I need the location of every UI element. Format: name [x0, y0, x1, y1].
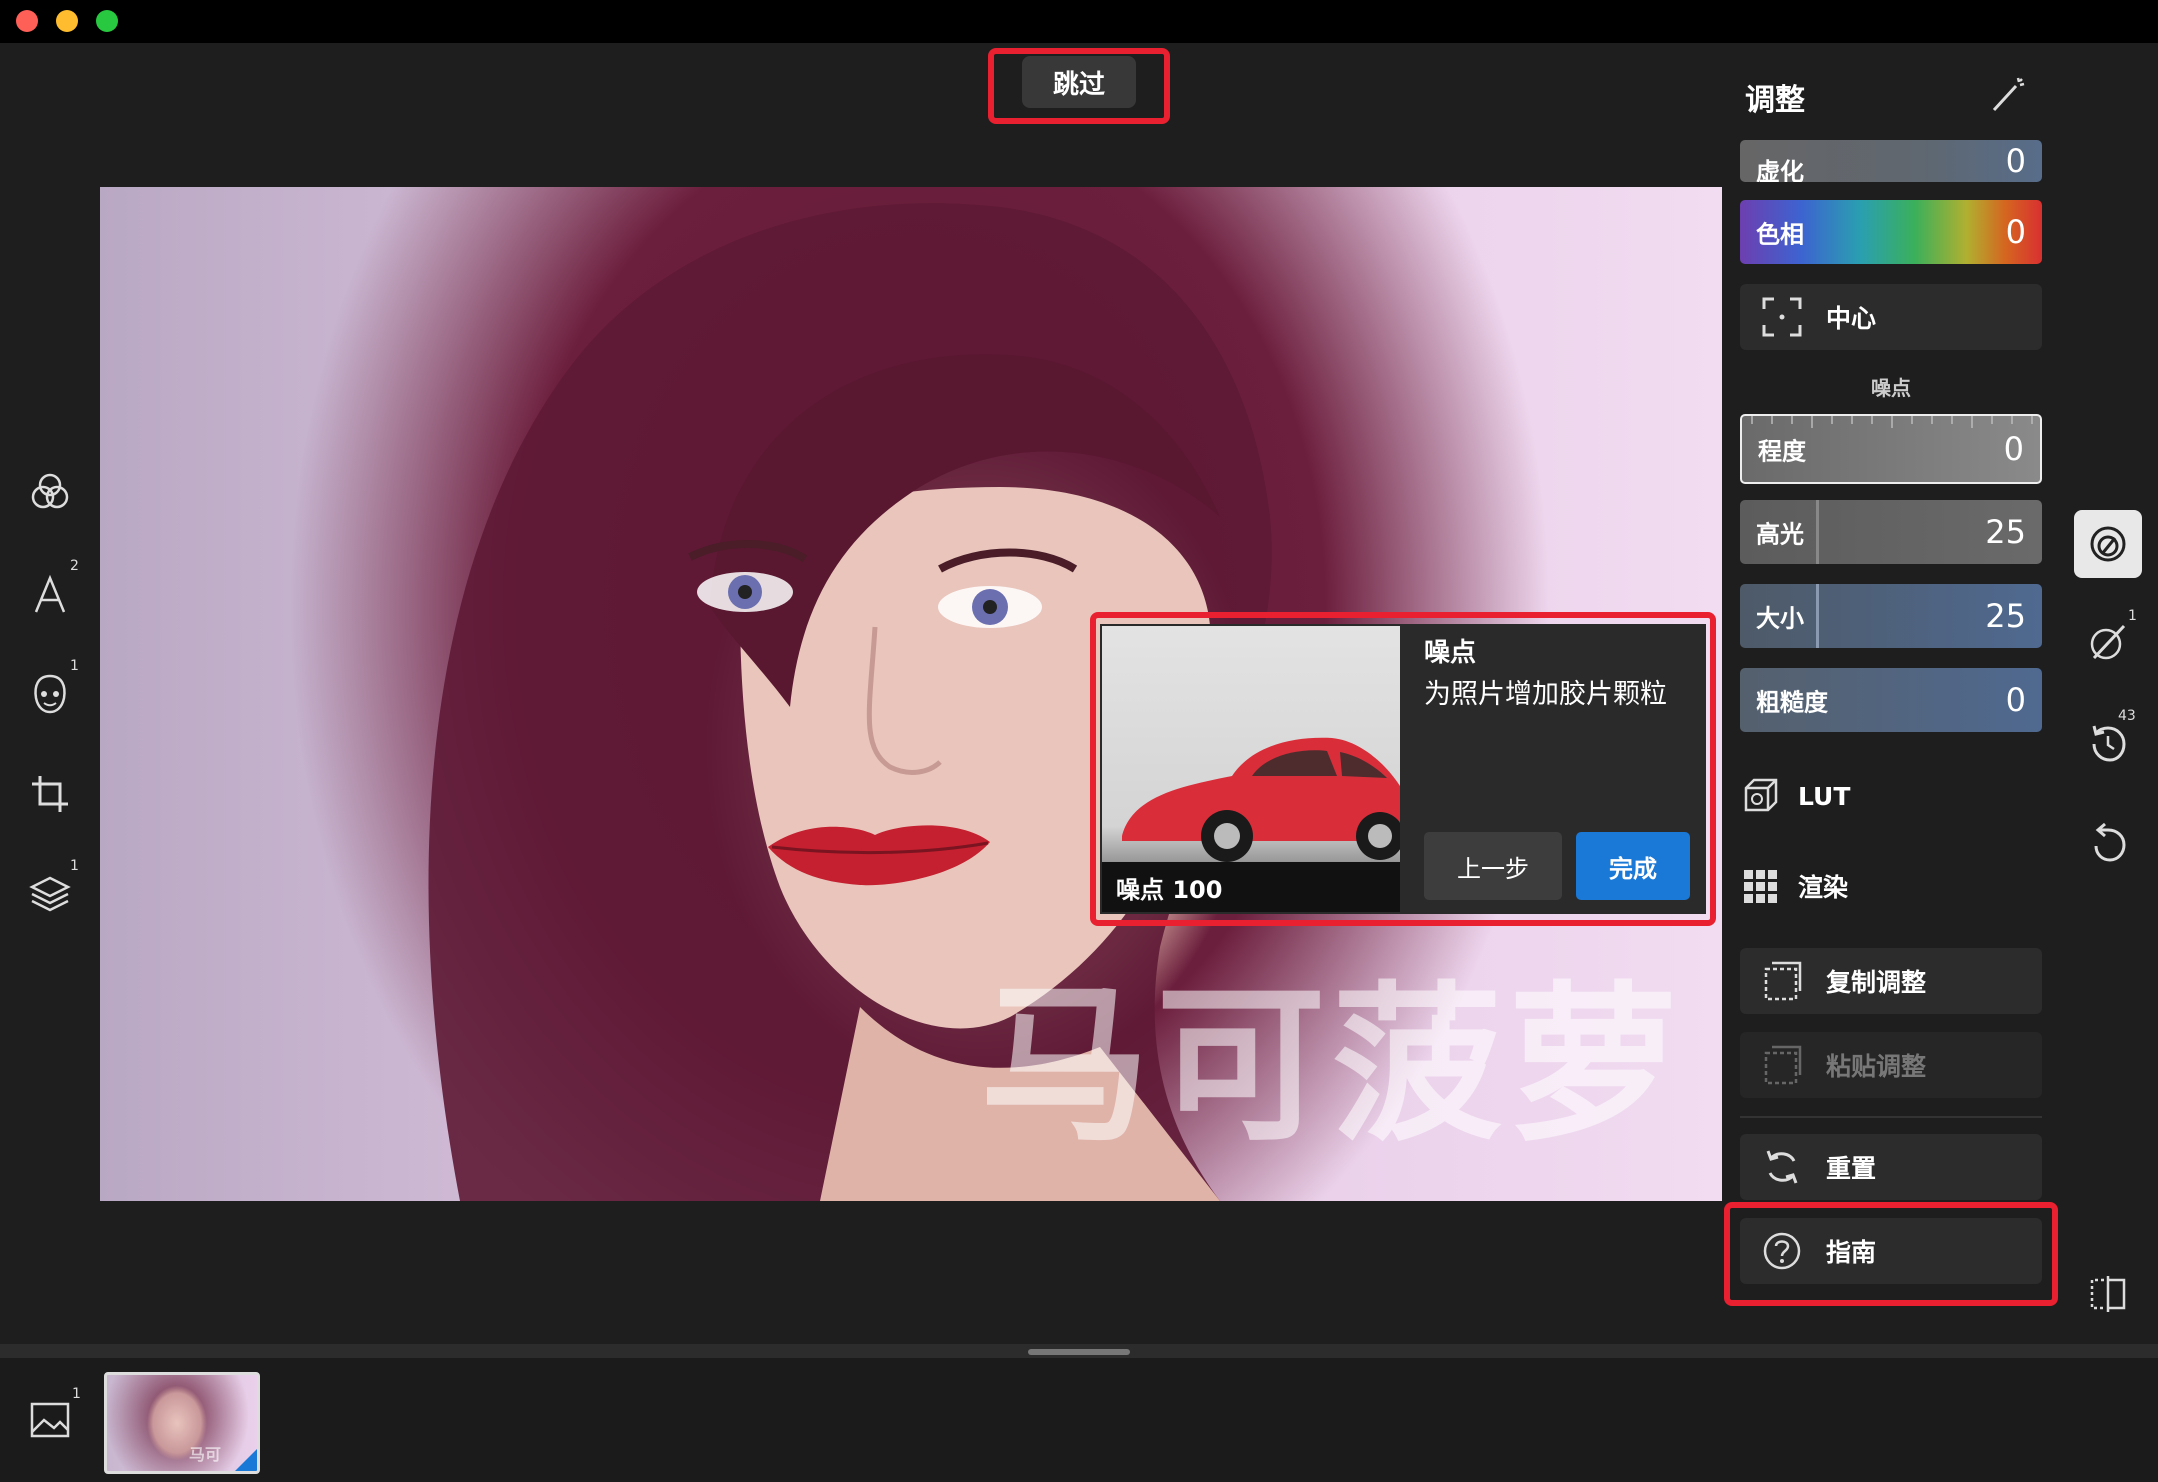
resize-handle[interactable]	[1028, 1349, 1130, 1355]
color-circles-icon[interactable]	[28, 470, 72, 514]
history-badge: 43	[2118, 708, 2136, 724]
slider-value: 0	[2003, 430, 2024, 468]
size-slider[interactable]: 大小 25	[1740, 584, 2042, 648]
text-tool-icon[interactable]	[28, 572, 72, 616]
face-retouch-icon[interactable]	[28, 672, 72, 716]
highlight-frame-skip	[988, 48, 1170, 124]
slider-label: 大小	[1756, 604, 1804, 633]
slider-label: 粗糙度	[1756, 688, 1828, 717]
paste-frame-icon	[1764, 1045, 1802, 1085]
filmstrip-bar	[0, 1344, 2158, 1482]
window-titlebar	[0, 0, 2158, 43]
lut-label: LUT	[1798, 781, 1851, 811]
render-row[interactable]: 渲染	[1740, 856, 1848, 916]
paste-adjust-label: 粘贴调整	[1826, 1052, 1927, 1081]
retouch-brush-icon[interactable]	[2086, 620, 2130, 664]
face-tool-badge: 1	[70, 658, 79, 674]
selected-corner-marker	[235, 1449, 257, 1471]
blur-slider[interactable]: 虚化 0	[1740, 140, 2042, 182]
text-tool-badge: 2	[70, 558, 79, 574]
slider-label: 虚化	[1756, 158, 1804, 182]
slider-value: 0	[2005, 213, 2026, 251]
hue-slider[interactable]: 色相 0	[1740, 200, 2042, 264]
layers-badge: 1	[70, 858, 79, 874]
slider-label: 程度	[1758, 437, 1806, 466]
render-label: 渲染	[1798, 873, 1849, 902]
grid-dots-icon	[1744, 870, 1777, 903]
copy-frame-icon	[1764, 961, 1802, 1001]
crop-icon[interactable]	[28, 772, 72, 816]
center-button-label: 中心	[1826, 304, 1877, 333]
layers-icon[interactable]	[28, 872, 72, 916]
zoom-window-button[interactable]	[96, 10, 118, 32]
roughness-slider[interactable]: 粗糙度 0	[1740, 668, 2042, 732]
slider-value: 0	[2005, 142, 2026, 180]
minimize-window-button[interactable]	[56, 10, 78, 32]
center-button[interactable]: 中心	[1740, 284, 2042, 350]
history-icon[interactable]	[2086, 722, 2130, 766]
paste-adjust-button[interactable]: 粘贴调整	[1740, 1032, 2042, 1098]
slider-value: 25	[1985, 597, 2026, 635]
noise-section-label: 噪点	[1871, 376, 1911, 400]
tooltip-description: 为照片增加胶片颗粒	[1424, 679, 1667, 710]
tooltip-image-caption: 噪点 100	[1102, 862, 1400, 912]
slider-value: 25	[1985, 513, 2026, 551]
gallery-badge: 1	[72, 1386, 81, 1402]
thumbnail-watermark: 马可	[189, 1445, 222, 1464]
focus-frame-icon	[1762, 297, 1802, 337]
retouch-badge: 1	[2128, 608, 2137, 624]
highlight-frame-guide	[1724, 1202, 2058, 1306]
close-window-button[interactable]	[16, 10, 38, 32]
slider-value: 0	[2005, 681, 2026, 719]
panel-title: 调整	[1745, 83, 1805, 118]
slider-ticks	[1751, 416, 2033, 428]
copy-adjust-label: 复制调整	[1826, 968, 1927, 997]
reset-arrows-icon	[1766, 1150, 1798, 1184]
tooltip-done-button[interactable]: 完成	[1576, 832, 1690, 900]
noise-tool-button[interactable]	[2074, 510, 2142, 578]
image-gallery-icon[interactable]	[28, 1398, 72, 1442]
tooltip-prev-button[interactable]: 上一步	[1424, 832, 1562, 900]
highlight-slider[interactable]: 高光 25	[1740, 500, 2042, 564]
slider-label: 高光	[1756, 520, 1804, 549]
copy-adjust-button[interactable]: 复制调整	[1740, 948, 2042, 1014]
undo-icon[interactable]	[2086, 822, 2130, 866]
magic-wand-icon[interactable]	[1988, 74, 2028, 114]
tooltip-title: 噪点	[1424, 638, 1477, 668]
grain-icon	[2090, 526, 2126, 562]
watermark-text: 马可菠萝	[980, 967, 1685, 1165]
amount-slider[interactable]: 程度 0	[1740, 414, 2042, 484]
photo-thumbnail[interactable]: 马可	[104, 1372, 260, 1474]
reset-button[interactable]: 重置	[1740, 1134, 2042, 1200]
slider-label: 色相	[1756, 220, 1804, 249]
lut-row[interactable]: LUT	[1740, 766, 1850, 826]
divider	[1740, 1116, 2042, 1118]
lut-cube-icon	[1744, 778, 1778, 812]
compare-split-icon[interactable]	[2086, 1272, 2130, 1316]
reset-label: 重置	[1826, 1154, 1877, 1183]
